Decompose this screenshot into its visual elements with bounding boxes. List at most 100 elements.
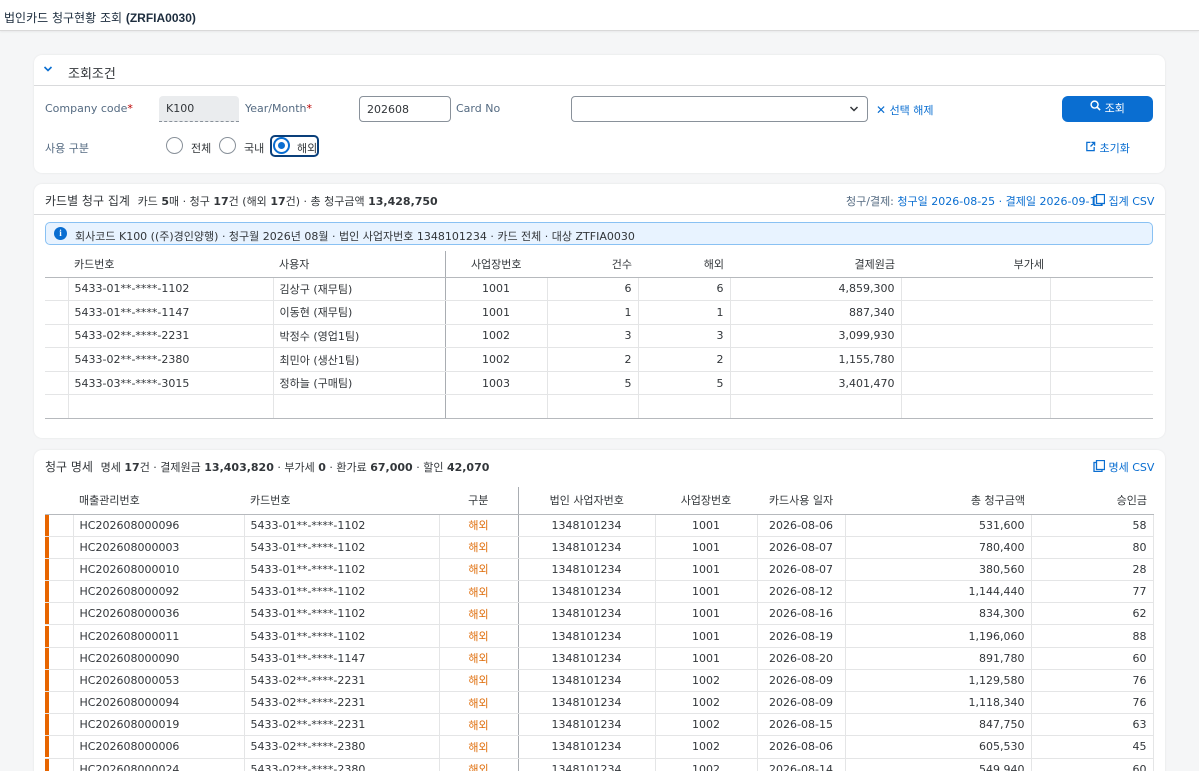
filler-cell	[1050, 371, 1153, 396]
row-selector[interactable]	[45, 300, 69, 325]
overseas-cell: 5	[638, 371, 731, 396]
table-row[interactable]: HC202608000006 5433-02**-****-2380 해외 13481…	[45, 735, 1154, 759]
table-row[interactable]: 5433-01**-****-1147 이동현 (재무팀) 1001 1 1 8…	[45, 300, 1153, 325]
chevron-down-icon[interactable]	[43, 63, 53, 77]
amount-cell: 1,155,780	[730, 347, 902, 372]
table-row[interactable]: HC202608000010 5433-01**-****-1102 해외 13481…	[45, 558, 1154, 582]
table-row[interactable]: HC202608000024 5433-02**-****-2380 해외 13481…	[45, 758, 1154, 771]
radio-domestic[interactable]	[219, 137, 236, 154]
radio-overseas[interactable]	[273, 137, 290, 154]
user-cell: 최민아 (생산1팀)	[273, 347, 446, 372]
approved-amount-cell: 76	[1031, 669, 1154, 693]
card-number-cell: 5433-01**-****-1102	[244, 624, 440, 648]
column-header[interactable]: 구분	[439, 487, 519, 515]
column-header[interactable]: 건수	[547, 251, 638, 278]
reset-button[interactable]: 초기화	[1085, 140, 1130, 156]
column-header[interactable]: 매출관리번호	[73, 487, 244, 515]
usage-label: 사용 구분	[45, 142, 89, 155]
overseas-flag	[45, 580, 74, 604]
biz-number-cell: 1002	[655, 735, 758, 759]
company-code-label: Company code*	[45, 102, 133, 115]
filler-cell	[1050, 300, 1153, 325]
biz-number-cell: 1001	[655, 624, 758, 648]
column-header[interactable]: 카드번호	[244, 487, 439, 515]
table-row[interactable]: HC202608000096 5433-01**-****-1102 해외 13481…	[45, 514, 1154, 537]
usage-date-cell: 2026-08-20	[757, 647, 846, 670]
card-number-cell: 5433-02**-****-2380	[68, 347, 274, 372]
biz-number-cell: 1001	[445, 277, 548, 302]
vat-cell	[901, 324, 1051, 349]
amount-cell: 4,859,300	[730, 277, 902, 302]
summary-csv-button[interactable]: 집계 CSV	[1093, 193, 1154, 209]
overseas-cell: 1	[638, 300, 731, 325]
column-header[interactable]: 부가세	[901, 251, 1050, 278]
corp-number-cell: 1348101234	[518, 647, 656, 670]
usage-date-cell: 2026-08-14	[757, 758, 846, 771]
overseas-flag-bar	[45, 692, 49, 713]
info-icon: i	[54, 227, 67, 240]
user-cell: 이동현 (재무팀)	[273, 300, 446, 325]
column-header[interactable]: 사업장번호	[655, 487, 757, 515]
export-icon	[1093, 193, 1106, 209]
table-row[interactable]: 5433-02**-****-2231 박정수 (영업1팀) 1002 3 3 …	[45, 324, 1153, 349]
total-amount-cell: 1,118,340	[845, 691, 1032, 715]
row-selector[interactable]	[45, 371, 69, 396]
table-row[interactable]: 5433-03**-****-3015 정하늘 (구매팀) 1003 5 5 3…	[45, 371, 1153, 396]
approved-amount-cell: 60	[1031, 647, 1154, 670]
table-row[interactable]: 5433-02**-****-2380 최민아 (생산1팀) 1002 2 2 …	[45, 347, 1153, 372]
column-header[interactable]: 사용자	[273, 251, 446, 278]
approved-amount-cell: 88	[1031, 624, 1154, 648]
detail-body: HC202608000096 5433-01**-****-1102 해외 13481…	[45, 514, 1154, 771]
table-row[interactable]: HC202608000090 5433-01**-****-1147 해외 13481…	[45, 647, 1154, 670]
card-number-cell: 5433-02**-****-2231	[244, 691, 440, 715]
table-row[interactable]: HC202608000092 5433-01**-****-1102 해외 13481…	[45, 580, 1154, 604]
column-header[interactable]: 카드사용 일자	[757, 487, 845, 515]
column-header[interactable]: 결제원금	[730, 251, 901, 278]
row-selector[interactable]	[45, 324, 69, 349]
overseas-flag-bar	[45, 647, 49, 669]
table-row[interactable]: HC202608000011 5433-01**-****-1102 해외 13481…	[45, 624, 1154, 648]
filter-panel: 조회조건 Company code* K100 Year/Month* 2026…	[34, 55, 1165, 173]
column-header[interactable]: 법인 사업자번호	[518, 487, 655, 515]
cardno-select[interactable]	[571, 96, 868, 122]
row-selector[interactable]	[45, 277, 69, 302]
table-row[interactable]: 5433-01**-****-1102 김상구 (재무팀) 1001 6 6 4…	[45, 277, 1153, 302]
column-header[interactable]: 카드번호	[68, 251, 273, 278]
overseas-flag	[45, 669, 74, 693]
amount-cell: 3,099,930	[730, 324, 902, 349]
column-header[interactable]: 승인금	[1031, 487, 1153, 515]
table-row[interactable]: HC202608000003 5433-01**-****-1102 해외 13481…	[45, 536, 1154, 559]
row-selector[interactable]	[45, 347, 69, 372]
empty-cell	[1050, 394, 1153, 420]
card-number-cell: 5433-02**-****-2231	[68, 324, 274, 349]
clear-selection-button[interactable]: ✕ 선택 해제	[876, 102, 934, 118]
table-row[interactable]: HC202608000094 5433-02**-****-2231 해외 13481…	[45, 691, 1154, 715]
corp-number-cell: 1348101234	[518, 514, 656, 537]
table-row[interactable]: HC202608000036 5433-01**-****-1102 해외 13481…	[45, 602, 1154, 626]
approved-amount-cell: 77	[1031, 580, 1154, 604]
usage-date-cell: 2026-08-09	[757, 691, 846, 715]
total-amount-cell: 834,300	[845, 602, 1032, 626]
column-header[interactable]: 해외	[638, 251, 730, 278]
search-button[interactable]: 조회	[1062, 96, 1153, 122]
yearmonth-field[interactable]: 202608	[359, 96, 451, 122]
table-row[interactable]: HC202608000019 5433-02**-****-2231 해외 13481…	[45, 713, 1154, 737]
column-header[interactable]: 총 청구금액	[845, 487, 1031, 515]
usage-date-cell: 2026-08-06	[757, 514, 846, 537]
table-row[interactable]: HC202608000053 5433-02**-****-2231 해외 13481…	[45, 669, 1154, 693]
column-header	[45, 487, 73, 515]
overseas-flag	[45, 691, 74, 715]
detail-csv-button[interactable]: 명세 CSV	[1093, 459, 1154, 475]
info-strip: i 회사코드 K100 ((주)경인양행) · 청구월 2026년 08월 · …	[45, 222, 1153, 245]
overseas-cell: 2	[638, 347, 731, 372]
overseas-flag-bar	[45, 536, 49, 558]
radio-all[interactable]	[166, 137, 183, 154]
filter-title: 조회조건	[68, 67, 116, 82]
summary-header-row: 카드번호 사용자 사업장번호 건수 해외 결제원금 부가세	[45, 251, 1153, 278]
empty-cell	[68, 394, 274, 420]
filter-header[interactable]: 조회조건	[34, 55, 1165, 86]
sales-id-cell: HC202608000090	[73, 647, 245, 670]
type-cell: 해외	[439, 558, 519, 582]
column-header[interactable]: 사업장번호	[445, 251, 547, 278]
card-number-cell: 5433-01**-****-1147	[68, 300, 274, 325]
